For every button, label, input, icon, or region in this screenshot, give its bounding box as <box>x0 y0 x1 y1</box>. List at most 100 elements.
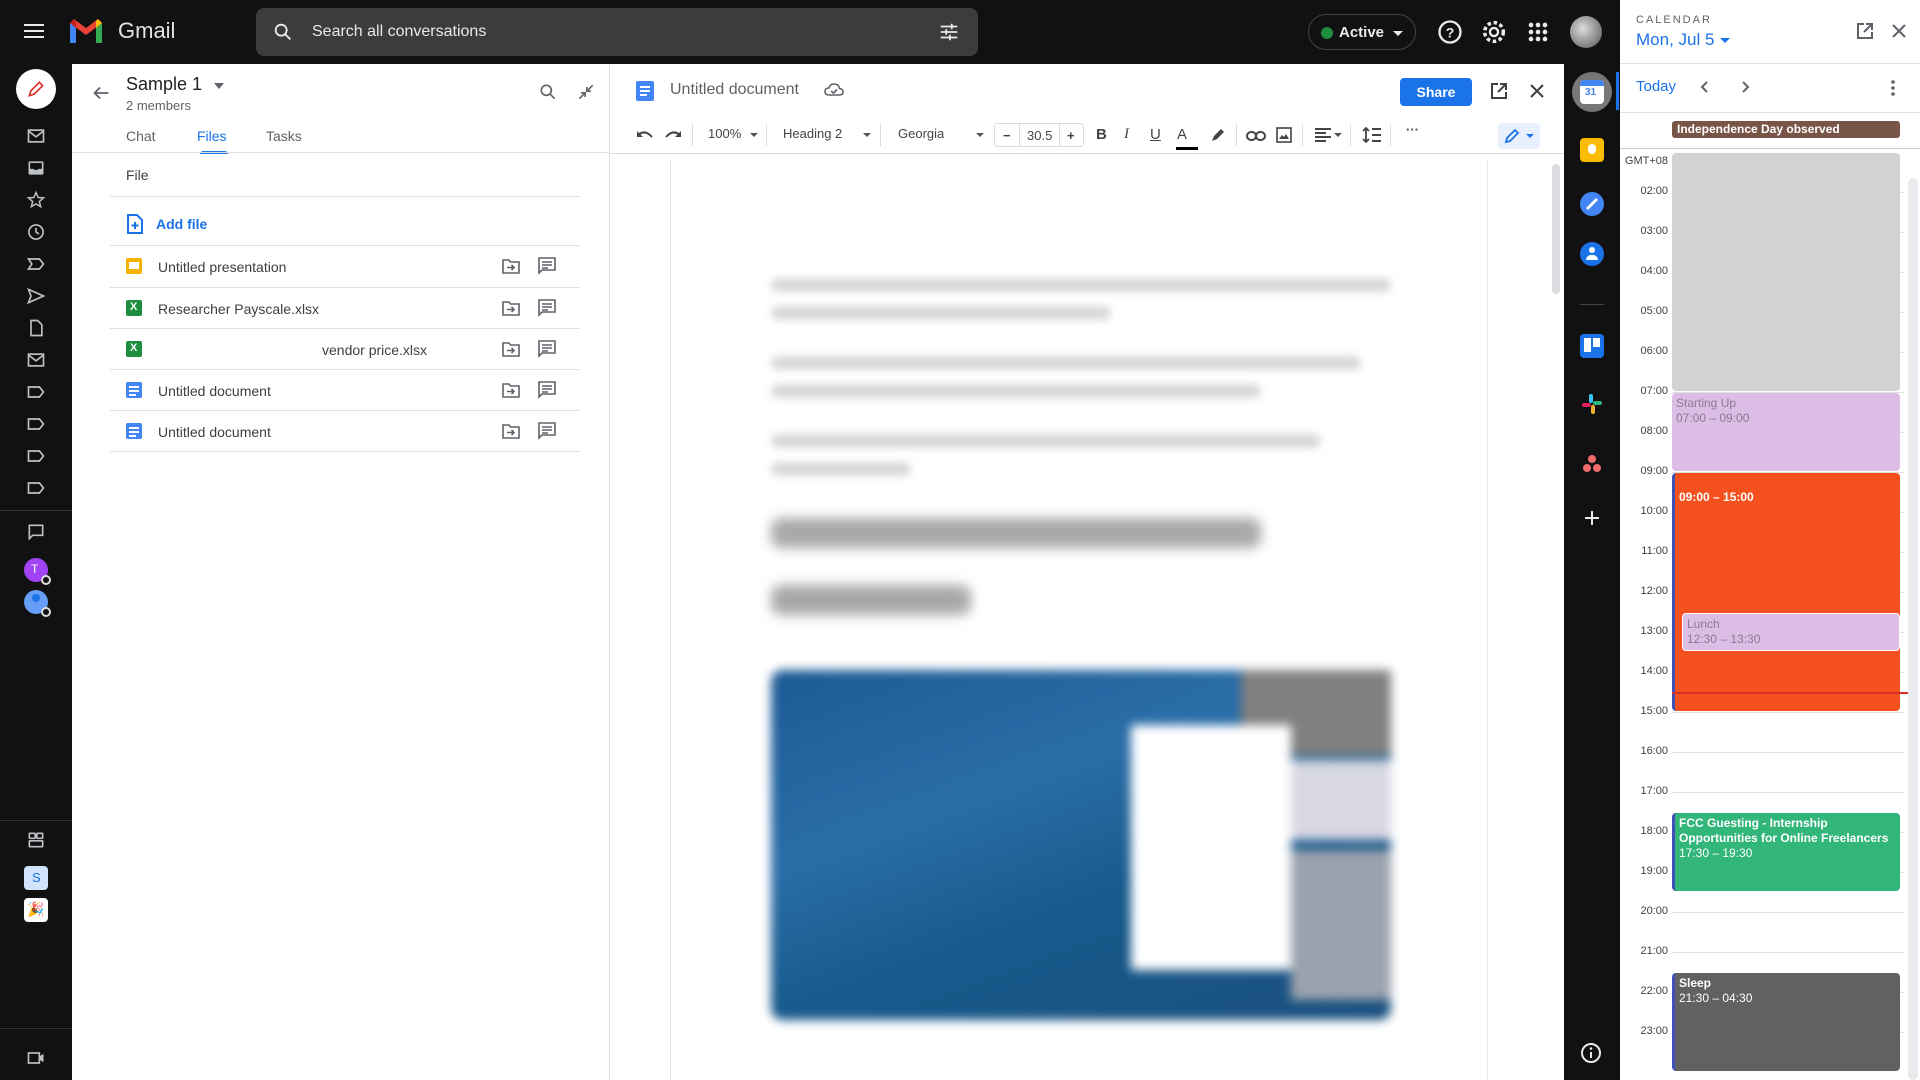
chevron-right-icon[interactable] <box>1738 80 1752 94</box>
back-arrow-icon[interactable] <box>90 82 112 104</box>
calendar-event[interactable]: Lunch 12:30 – 13:30 <box>1682 613 1900 651</box>
today-button[interactable]: Today <box>1636 78 1676 95</box>
search-icon[interactable] <box>272 21 294 43</box>
text-color-icon[interactable]: A <box>1177 126 1187 143</box>
chat-avatar-user[interactable] <box>24 590 51 617</box>
calendar-event[interactable]: FCC Guesting - Internship Opportunities … <box>1672 813 1900 891</box>
editing-mode-button[interactable] <box>1498 123 1540 149</box>
file-row[interactable]: X vendor price.xlsx <box>110 329 580 370</box>
tab-chat[interactable]: Chat <box>126 128 156 144</box>
line-spacing-icon[interactable] <box>1362 126 1382 144</box>
contacts-app-icon[interactable] <box>1580 242 1604 266</box>
add-app-plus-icon[interactable] <box>1582 508 1602 528</box>
file-row[interactable]: X Researcher Payscale.xlsx <box>110 288 580 329</box>
chevron-down-icon[interactable] <box>750 133 758 137</box>
calendar-event[interactable]: Sleep 21:30 – 04:30 <box>1672 973 1900 1071</box>
open-in-chat-icon[interactable] <box>538 257 556 275</box>
space-title[interactable]: Sample 1 <box>126 74 202 95</box>
chevron-down-icon[interactable] <box>1334 133 1342 137</box>
link-icon[interactable] <box>1246 130 1266 142</box>
calendar-event[interactable] <box>1672 153 1900 391</box>
open-in-chat-icon[interactable] <box>538 340 556 358</box>
status-dropdown[interactable]: Active <box>1308 14 1416 50</box>
chevron-down-icon[interactable] <box>1720 38 1730 43</box>
open-in-chat-icon[interactable] <box>538 381 556 399</box>
underline-icon[interactable]: U <box>1150 126 1161 143</box>
search-bar[interactable]: Search all conversations <box>256 8 978 56</box>
search-options-icon[interactable] <box>938 21 960 43</box>
paragraph-style-select[interactable]: Heading 2 <box>783 126 842 141</box>
snooze-clock-icon[interactable] <box>26 222 46 242</box>
align-left-icon[interactable] <box>1314 128 1332 142</box>
search-input[interactable]: Search all conversations <box>312 23 486 41</box>
decrease-font-size-button[interactable]: − <box>1003 128 1011 143</box>
compose-button[interactable] <box>16 69 56 109</box>
highlight-pen-icon[interactable] <box>1210 127 1226 143</box>
document-title[interactable]: Untitled document <box>670 81 799 99</box>
open-in-new-tab-icon[interactable] <box>1856 22 1874 40</box>
add-to-drive-icon[interactable] <box>502 423 520 439</box>
share-button[interactable]: Share <box>1400 78 1472 106</box>
spaces-icon[interactable] <box>26 830 46 850</box>
redo-icon[interactable] <box>664 128 682 142</box>
add-to-drive-icon[interactable] <box>502 382 520 398</box>
add-to-drive-icon[interactable] <box>502 258 520 274</box>
chevron-down-icon[interactable] <box>863 133 871 137</box>
search-icon[interactable] <box>538 82 558 102</box>
font-select[interactable]: Georgia <box>898 126 944 141</box>
label-icon[interactable] <box>26 478 46 498</box>
chevron-down-icon[interactable] <box>976 133 984 137</box>
undo-icon[interactable] <box>636 128 654 142</box>
tasks-app-icon[interactable] <box>1580 192 1604 216</box>
document-page[interactable] <box>670 160 1488 1080</box>
collapse-icon[interactable] <box>576 82 596 102</box>
account-avatar[interactable] <box>1570 16 1602 48</box>
space-party[interactable]: 🎉 <box>24 898 48 922</box>
all-day-event[interactable]: Independence Day observed <box>1672 121 1900 138</box>
settings-gear-icon[interactable] <box>1480 18 1508 46</box>
font-size-input[interactable]: 30.5 <box>1027 128 1052 143</box>
info-icon[interactable] <box>1580 1042 1602 1064</box>
trello-app-icon[interactable] <box>1580 334 1604 358</box>
bold-icon[interactable]: B <box>1096 126 1107 143</box>
file-row[interactable]: Untitled document <box>110 370 580 411</box>
chat-icon[interactable] <box>26 522 46 542</box>
tab-files[interactable]: Files <box>197 128 227 144</box>
font-size-stepper[interactable]: − 30.5 + <box>994 123 1084 147</box>
calendar-date-selector[interactable]: Mon, Jul 5 <box>1636 30 1714 50</box>
open-in-chat-icon[interactable] <box>538 422 556 440</box>
apps-grid-icon[interactable] <box>1524 18 1552 46</box>
mail-icon[interactable] <box>26 126 46 146</box>
inbox-icon[interactable] <box>26 158 46 178</box>
more-options-icon[interactable]: ··· <box>1406 122 1419 137</box>
main-menu-button[interactable] <box>22 20 46 44</box>
tab-tasks[interactable]: Tasks <box>266 128 302 144</box>
label-icon[interactable] <box>26 414 46 434</box>
draft-file-icon[interactable] <box>26 318 46 338</box>
all-mail-icon[interactable] <box>26 350 46 370</box>
file-row[interactable]: Untitled document <box>110 411 580 452</box>
add-to-drive-icon[interactable] <box>502 300 520 316</box>
space-s[interactable]: S <box>24 866 48 890</box>
close-icon[interactable] <box>1890 22 1908 40</box>
chat-avatar-t[interactable]: T <box>24 558 51 585</box>
zoom-select[interactable]: 100% <box>708 126 741 141</box>
day-timeline[interactable]: GMT+08 02:00 03:00 04:00 05:00 06:00 07:00 08:… <box>1620 150 1920 1080</box>
italic-icon[interactable]: I <box>1124 126 1129 143</box>
close-icon[interactable] <box>1528 82 1546 100</box>
keep-app-icon[interactable] <box>1580 138 1604 162</box>
insert-image-icon[interactable] <box>1276 127 1292 143</box>
star-icon[interactable] <box>26 190 46 210</box>
label-icon[interactable] <box>26 382 46 402</box>
blurred-embedded-image[interactable] <box>771 670 1391 1020</box>
asana-app-icon[interactable] <box>1580 452 1604 476</box>
label-icon[interactable] <box>26 446 46 466</box>
open-in-new-window-icon[interactable] <box>1490 82 1508 100</box>
chevron-left-icon[interactable] <box>1698 80 1712 94</box>
add-to-drive-icon[interactable] <box>502 341 520 357</box>
increase-font-size-button[interactable]: + <box>1067 128 1075 143</box>
scrollbar[interactable] <box>1552 164 1560 294</box>
help-icon[interactable]: ? <box>1436 18 1464 46</box>
calendar-event[interactable]: 09:00 – 15:00 <box>1672 473 1900 711</box>
slack-app-icon[interactable] <box>1580 392 1604 416</box>
